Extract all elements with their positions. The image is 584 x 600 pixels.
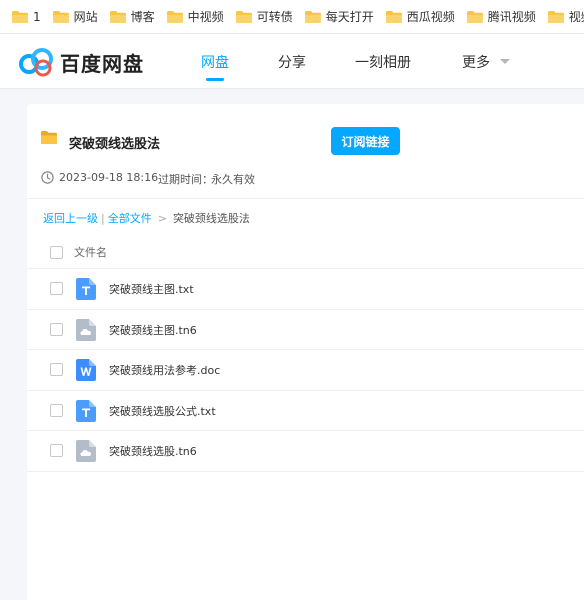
share-card: 突破颈线选股法 订阅链接 2023-09-18 18:16 过期时间： 永久有效… <box>27 104 584 600</box>
bookmark-label: 中视频 <box>187 10 224 24</box>
word-file-icon <box>76 359 96 381</box>
folder-icon <box>235 10 252 23</box>
bookmarks-bar: 1 网站 博客 中视频 可转债 每天打开 西瓜视频 腾讯视频 视频 <box>0 0 584 34</box>
bookmark-item[interactable]: 1 <box>0 0 41 33</box>
file-name[interactable]: 突破颈线用法参考.doc <box>109 362 220 378</box>
nav-more[interactable]: 更多 <box>462 52 490 72</box>
bookmark-item[interactable]: 网站 <box>41 0 98 33</box>
row-checkbox[interactable] <box>50 444 63 457</box>
breadcrumb-separator: | <box>101 211 105 225</box>
logo-text[interactable]: 百度网盘 <box>60 48 144 77</box>
bookmark-label: 西瓜视频 <box>406 10 455 24</box>
share-date: 2023-09-18 18:16 <box>59 171 159 184</box>
subscribe-link-button[interactable]: 订阅链接 <box>331 127 400 155</box>
folder-icon <box>109 10 126 23</box>
breadcrumb-all-files-link[interactable]: 全部文件 <box>108 210 152 226</box>
cloud-file-icon <box>76 318 96 341</box>
txt-file-icon <box>76 278 96 300</box>
nav-netdisk[interactable]: 网盘 <box>201 52 229 72</box>
bookmark-item[interactable]: 视频 <box>536 0 584 33</box>
bookmark-label: 腾讯视频 <box>487 10 536 24</box>
bookmark-item[interactable]: 中视频 <box>155 0 224 33</box>
txt-file-icon <box>76 399 96 422</box>
bookmark-label: 网站 <box>73 10 98 24</box>
row-checkbox[interactable] <box>50 322 63 336</box>
nav-moment-album[interactable]: 一刻相册 <box>355 52 411 72</box>
file-name[interactable]: 突破颈线选股.tn6 <box>109 443 197 459</box>
file-row[interactable]: 突破颈线选股公式.txt <box>27 391 584 431</box>
bookmark-label: 每天打开 <box>325 10 374 24</box>
expire-value: 永久有效 <box>211 173 255 186</box>
folder-icon <box>547 10 564 23</box>
bookmark-item[interactable]: 每天打开 <box>293 0 374 33</box>
divider <box>27 198 584 199</box>
clock-icon <box>41 171 54 184</box>
bookmark-item[interactable]: 博客 <box>98 0 155 33</box>
file-row[interactable]: 突破颈线主图.txt <box>27 269 584 310</box>
column-header-filename[interactable]: 文件名 <box>74 244 107 260</box>
bookmark-label: 1 <box>33 9 41 24</box>
cloud-file-icon <box>76 440 96 462</box>
share-title: 突破颈线选股法 <box>69 137 161 152</box>
file-name[interactable]: 突破颈线选股公式.txt <box>109 403 216 419</box>
breadcrumb-arrow-icon: > <box>157 211 167 225</box>
breadcrumb-current: 突破颈线选股法 <box>172 212 250 225</box>
folder-icon <box>12 10 28 23</box>
file-name[interactable]: 突破颈线主图.txt <box>109 281 194 297</box>
row-checkbox[interactable] <box>50 403 63 417</box>
folder-icon <box>385 10 402 23</box>
folder-icon <box>304 10 321 23</box>
bookmark-label: 视频 <box>568 10 584 24</box>
folder-icon <box>166 10 183 23</box>
bookmark-item[interactable]: 西瓜视频 <box>374 0 455 33</box>
breadcrumb: 返回上一级 | 全部文件 > 突破颈线选股法 <box>43 210 250 226</box>
bookmark-item[interactable]: 可转债 <box>224 0 293 33</box>
bookmark-item[interactable]: 腾讯视频 <box>455 0 536 33</box>
file-name[interactable]: 突破颈线主图.tn6 <box>109 322 197 338</box>
row-checkbox[interactable] <box>50 282 63 295</box>
select-all-checkbox[interactable] <box>50 246 63 259</box>
row-checkbox[interactable] <box>50 363 63 376</box>
folder-icon <box>41 131 57 144</box>
bookmark-label: 可转债 <box>256 10 293 24</box>
file-row[interactable]: 突破颈线选股.tn6 <box>27 431 584 472</box>
breadcrumb-back-link[interactable]: 返回上一级 <box>43 210 98 226</box>
folder-icon <box>466 10 483 23</box>
nav-active-indicator <box>206 78 224 81</box>
file-row[interactable]: 突破颈线用法参考.doc <box>27 350 584 391</box>
file-row[interactable]: 突破颈线主图.tn6 <box>27 310 584 350</box>
folder-icon <box>52 10 69 23</box>
chevron-down-icon[interactable] <box>500 59 510 64</box>
file-list-header: 文件名 <box>27 232 584 269</box>
nav-share[interactable]: 分享 <box>278 52 306 72</box>
top-header: 百度网盘 网盘 分享 一刻相册 更多 <box>0 34 584 89</box>
expire-label: 过期时间： <box>158 173 213 186</box>
bookmark-label: 博客 <box>130 10 155 24</box>
baidu-netdisk-logo-icon[interactable] <box>18 47 54 77</box>
file-list: 突破颈线主图.txt 突破颈线主图.tn6 突破颈线用法参考.doc 突破颈线选… <box>27 269 584 472</box>
